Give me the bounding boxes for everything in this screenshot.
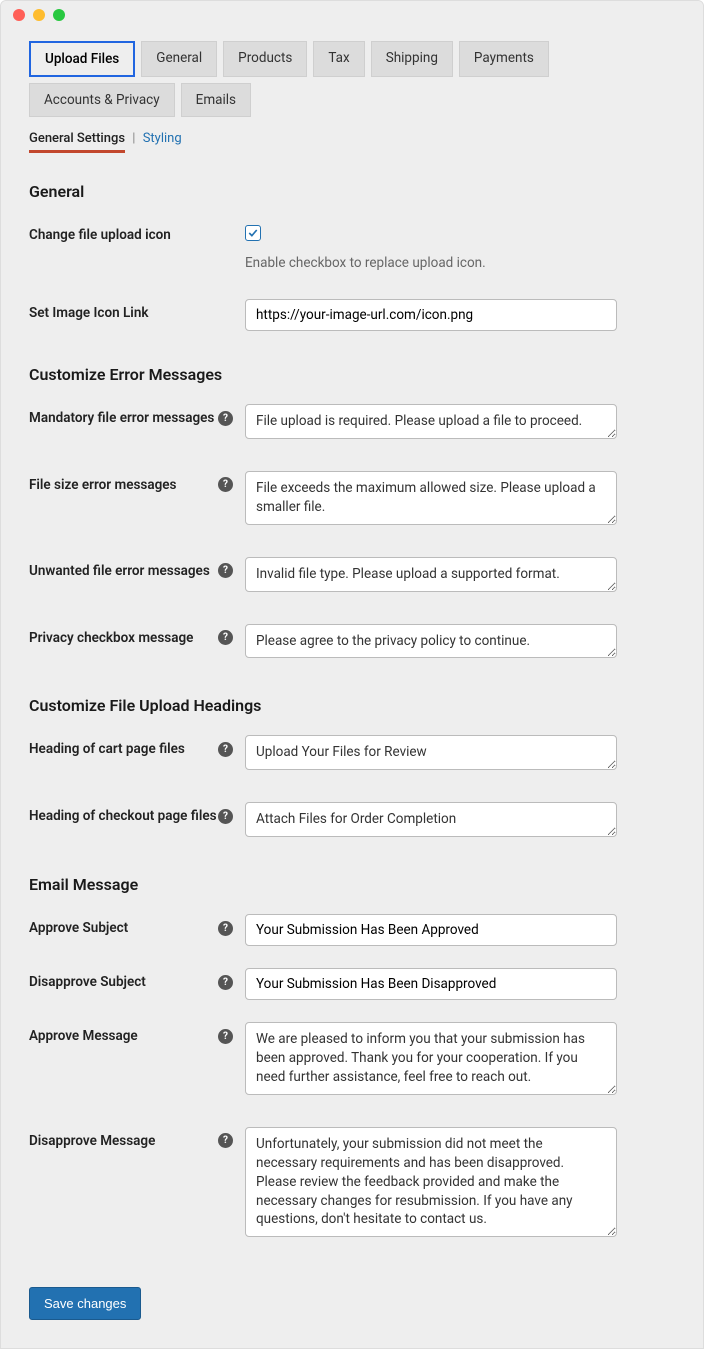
change-icon-checkbox[interactable] — [245, 225, 261, 241]
label-privacy-msg: Privacy checkbox message — [29, 630, 193, 646]
subtab-general-settings[interactable]: General Settings — [29, 131, 125, 153]
unwanted-error-textarea[interactable] — [245, 557, 617, 592]
help-icon[interactable]: ? — [218, 411, 233, 426]
tab-emails[interactable]: Emails — [181, 83, 251, 117]
row-approve-message: Approve Message? — [29, 1022, 675, 1099]
privacy-msg-textarea[interactable] — [245, 624, 617, 659]
row-mandatory-error: Mandatory file error messages? — [29, 404, 675, 443]
help-icon[interactable]: ? — [218, 742, 233, 757]
row-unwanted-error: Unwanted file error messages? — [29, 557, 675, 596]
label-change-icon: Change file upload icon — [29, 221, 245, 243]
cart-heading-textarea[interactable] — [245, 735, 617, 770]
maximize-window-icon[interactable] — [53, 9, 65, 21]
help-icon[interactable]: ? — [218, 563, 233, 578]
minimize-window-icon[interactable] — [33, 9, 45, 21]
label-change-icon-text: Change file upload icon — [29, 227, 171, 243]
help-icon[interactable]: ? — [218, 975, 233, 990]
subtab-styling[interactable]: Styling — [143, 131, 182, 146]
help-icon[interactable]: ? — [218, 1133, 233, 1148]
mandatory-error-textarea[interactable] — [245, 404, 617, 439]
settings-window: Upload Files General Products Tax Shippi… — [0, 0, 704, 1349]
help-icon[interactable]: ? — [218, 477, 233, 492]
filesize-error-textarea[interactable] — [245, 471, 617, 525]
tab-products[interactable]: Products — [223, 41, 307, 77]
approve-message-textarea[interactable] — [245, 1022, 617, 1095]
tab-accounts-privacy[interactable]: Accounts & Privacy — [29, 83, 175, 117]
section-email-title: Email Message — [29, 875, 675, 894]
label-image-link: Set Image Icon Link — [29, 299, 245, 321]
sub-tabs: General Settings | Styling — [29, 131, 675, 146]
label-disapprove-message: Disapprove Message — [29, 1133, 155, 1149]
save-changes-button[interactable]: Save changes — [29, 1287, 141, 1320]
label-cart-heading: Heading of cart page files — [29, 741, 185, 757]
section-errors-title: Customize Error Messages — [29, 365, 675, 384]
disapprove-subject-input[interactable] — [245, 968, 617, 1000]
help-icon[interactable]: ? — [218, 630, 233, 645]
row-checkout-heading: Heading of checkout page files? — [29, 802, 675, 841]
row-filesize-error: File size error messages? — [29, 471, 675, 529]
disapprove-message-textarea[interactable] — [245, 1127, 617, 1237]
tab-payments[interactable]: Payments — [459, 41, 549, 77]
tab-shipping[interactable]: Shipping — [371, 41, 453, 77]
approve-subject-input[interactable] — [245, 914, 617, 946]
row-cart-heading: Heading of cart page files? — [29, 735, 675, 774]
check-icon — [247, 227, 259, 239]
help-icon[interactable]: ? — [218, 921, 233, 936]
close-window-icon[interactable] — [13, 9, 25, 21]
tab-general[interactable]: General — [141, 41, 217, 77]
help-icon[interactable]: ? — [218, 1029, 233, 1044]
change-icon-desc: Enable checkbox to replace upload icon. — [245, 255, 617, 271]
label-filesize-error: File size error messages — [29, 477, 177, 493]
window-titlebar — [1, 1, 703, 29]
row-privacy-msg: Privacy checkbox message? — [29, 624, 675, 663]
label-mandatory-error: Mandatory file error messages — [29, 410, 214, 426]
tab-tax[interactable]: Tax — [313, 41, 364, 77]
settings-content: Upload Files General Products Tax Shippi… — [1, 29, 703, 1348]
label-approve-message: Approve Message — [29, 1028, 138, 1044]
label-checkout-heading: Heading of checkout page files — [29, 808, 217, 824]
label-disapprove-subject: Disapprove Subject — [29, 974, 146, 990]
row-disapprove-subject: Disapprove Subject? — [29, 968, 675, 1000]
row-disapprove-message: Disapprove Message? — [29, 1127, 675, 1241]
section-general-title: General — [29, 182, 675, 201]
row-image-link: Set Image Icon Link — [29, 299, 675, 331]
row-approve-subject: Approve Subject? — [29, 914, 675, 946]
image-link-input[interactable] — [245, 299, 617, 331]
label-unwanted-error: Unwanted file error messages — [29, 563, 210, 579]
checkout-heading-textarea[interactable] — [245, 802, 617, 837]
label-approve-subject: Approve Subject — [29, 920, 128, 936]
label-image-link-text: Set Image Icon Link — [29, 305, 148, 321]
main-tabs: Upload Files General Products Tax Shippi… — [29, 41, 675, 117]
row-change-icon: Change file upload icon Enable checkbox … — [29, 221, 675, 271]
help-icon[interactable]: ? — [218, 809, 233, 824]
section-headings-title: Customize File Upload Headings — [29, 696, 675, 715]
tab-upload-files[interactable]: Upload Files — [29, 41, 135, 77]
subtab-separator: | — [132, 131, 135, 146]
